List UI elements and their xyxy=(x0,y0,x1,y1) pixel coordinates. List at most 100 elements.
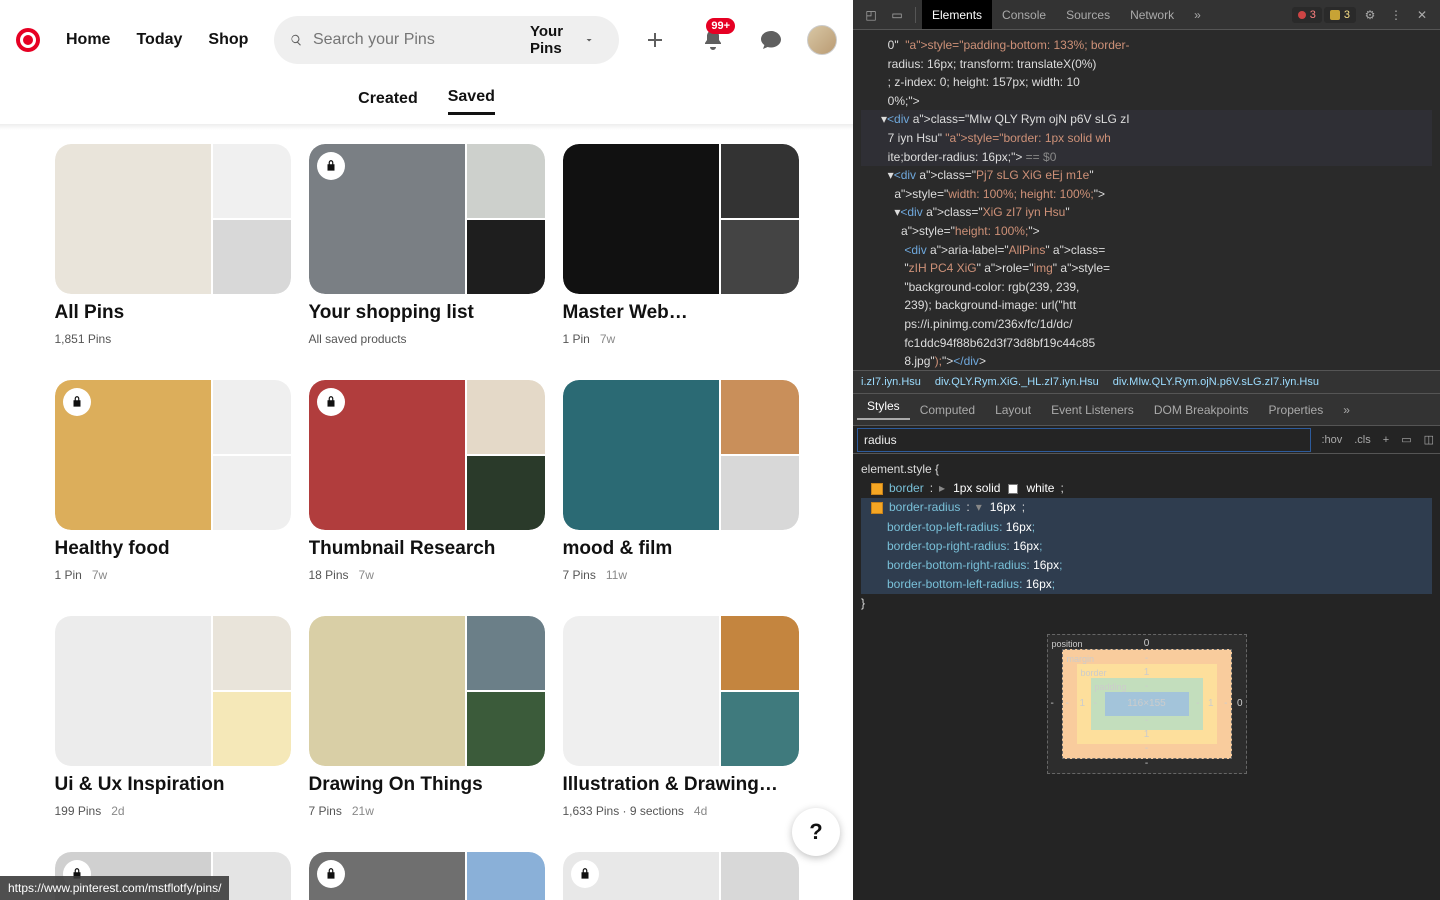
dom-line[interactable]: ▾<div a">class="Pj7 sLG XiG eEj m1e" xyxy=(861,166,1432,185)
boards-grid[interactable]: All Pins1,851 PinsYour shopping listAll … xyxy=(0,130,853,900)
board-meta: All saved products xyxy=(309,332,545,346)
style-subrule[interactable]: border-top-left-radius: 16px; xyxy=(861,518,1432,537)
subtab-layout[interactable]: Layout xyxy=(985,403,1041,417)
search-input[interactable] xyxy=(313,31,520,49)
dom-line[interactable]: a">style="width: 100%; height: 100%;"> xyxy=(861,185,1432,204)
dom-tree[interactable]: 0" "a">style="padding-bottom: 133%; bord… xyxy=(853,30,1440,370)
board-thumbnail xyxy=(563,380,799,530)
board-thumbnail xyxy=(55,616,291,766)
rule-checkbox[interactable] xyxy=(871,483,883,495)
computed-toggle-icon[interactable]: ▭ xyxy=(1395,433,1417,446)
subtab-properties[interactable]: Properties xyxy=(1259,403,1334,417)
messages-button[interactable] xyxy=(749,18,793,62)
search-field[interactable]: Your Pins xyxy=(274,16,619,64)
rule-checkbox[interactable] xyxy=(871,502,883,514)
nav-home[interactable]: Home xyxy=(66,31,110,49)
board-card[interactable]: Ui & Ux Inspiration199 Pins2d xyxy=(55,616,291,818)
dom-line[interactable]: <div a">aria-label="AllPins" a">class= xyxy=(861,241,1432,260)
warning-count[interactable]: 3 xyxy=(1324,7,1356,23)
error-count[interactable]: 3 xyxy=(1292,7,1322,23)
dom-line[interactable]: a">style="height: 100%;"> xyxy=(861,222,1432,241)
tab-console[interactable]: Console xyxy=(992,0,1056,29)
device-toggle-icon[interactable]: ▭ xyxy=(885,3,909,27)
nav-today[interactable]: Today xyxy=(136,31,182,49)
styles-filter-row: :hov .cls + ▭ ◫ xyxy=(853,426,1440,454)
tab-network[interactable]: Network xyxy=(1120,0,1184,29)
tabs-overflow-icon[interactable]: » xyxy=(1184,0,1211,29)
sidebar-toggle-icon[interactable]: ◫ xyxy=(1418,433,1440,446)
search-scope-dropdown[interactable]: Your Pins xyxy=(530,23,595,57)
board-card[interactable]: Your shopping listAll saved products xyxy=(309,144,545,346)
dom-line[interactable]: fc1ddc94f88b62d3f73d8bf19c44c85 xyxy=(861,334,1432,353)
board-card[interactable] xyxy=(563,852,799,900)
new-rule-button[interactable]: + xyxy=(1377,434,1395,446)
board-card[interactable] xyxy=(309,852,545,900)
profile-tabs: Created Saved xyxy=(0,80,853,124)
dom-line[interactable]: 0%;"> xyxy=(861,92,1432,111)
box-model[interactable]: position 0 0 - - margin - - - - border 1… xyxy=(1047,634,1247,774)
styles-filter-input[interactable] xyxy=(857,428,1311,452)
board-title: Ui & Ux Inspiration xyxy=(55,774,279,796)
style-subrule[interactable]: border-bottom-right-radius: 16px; xyxy=(861,556,1432,575)
hov-toggle[interactable]: :hov xyxy=(1315,434,1348,446)
dom-line[interactable]: 8.jpg");"></div> xyxy=(861,352,1432,370)
board-card[interactable]: Healthy food1 Pin7w xyxy=(55,380,291,582)
crumb[interactable]: div.MIw.QLY.Rym.ojN.p6V.sLG.zI7.iyn.Hsu xyxy=(1113,376,1319,388)
dom-line[interactable]: 0" "a">style="padding-bottom: 133%; bord… xyxy=(861,36,1432,55)
style-subrule[interactable]: border-bottom-left-radius: 16px; xyxy=(861,575,1432,594)
dom-line[interactable]: 7 iyn Hsu" "a">style="border: 1px solid … xyxy=(861,129,1432,148)
crumb[interactable]: i.zI7.iyn.Hsu xyxy=(861,376,921,388)
close-icon[interactable]: ✕ xyxy=(1410,3,1434,27)
subtabs-overflow-icon[interactable]: » xyxy=(1333,403,1360,417)
subtab-computed[interactable]: Computed xyxy=(910,403,985,417)
dom-breadcrumbs[interactable]: i.zI7.iyn.Hsu div.QLY.Rym.XiG._HL.zI7.iy… xyxy=(853,370,1440,394)
cls-toggle[interactable]: .cls xyxy=(1348,434,1377,446)
board-card[interactable]: Illustration & Drawing…1,633 Pins · 9 se… xyxy=(563,616,799,818)
dom-line[interactable]: ps://i.pinimg.com/236x/fc/1d/dc/ xyxy=(861,315,1432,334)
subtab-eventlisteners[interactable]: Event Listeners xyxy=(1041,403,1144,417)
pinterest-logo-icon[interactable] xyxy=(16,28,40,52)
collapse-icon[interactable]: ▾ xyxy=(976,498,982,517)
tab-elements[interactable]: Elements xyxy=(922,0,992,29)
chevron-down-icon xyxy=(583,31,595,49)
kebab-icon[interactable]: ⋮ xyxy=(1384,3,1408,27)
tab-sources[interactable]: Sources xyxy=(1056,0,1120,29)
dom-line[interactable]: radius: 16px; transform: translateX(0%) xyxy=(861,55,1432,74)
dom-line[interactable]: ▾<div a">class="MIw QLY Rym ojN p6V sLG … xyxy=(861,110,1432,129)
dom-line[interactable]: 239); background-image: url("htt xyxy=(861,296,1432,315)
board-card[interactable]: Master Web…1 Pin7w xyxy=(563,144,799,346)
dom-line[interactable]: ; z-index: 0; height: 157px; width: 10 xyxy=(861,73,1432,92)
avatar[interactable] xyxy=(807,25,837,55)
lock-icon xyxy=(571,860,599,888)
board-card[interactable]: Drawing On Things7 Pins21w xyxy=(309,616,545,818)
nav-shop[interactable]: Shop xyxy=(208,31,248,49)
style-rule[interactable]: border: ▸ 1px solid white; xyxy=(861,479,1432,498)
styles-pane[interactable]: element.style { border: ▸ 1px solid whit… xyxy=(853,454,1440,800)
dom-line[interactable]: ▾<div a">class="XiG zI7 iyn Hsu" xyxy=(861,203,1432,222)
styles-selector: element.style { xyxy=(861,460,1432,479)
board-thumbnail xyxy=(309,380,545,530)
board-card[interactable]: mood & film7 Pins11w xyxy=(563,380,799,582)
expand-icon[interactable]: ▸ xyxy=(939,479,945,498)
board-card[interactable]: All Pins1,851 Pins xyxy=(55,144,291,346)
board-title: Drawing On Things xyxy=(309,774,533,796)
tab-saved[interactable]: Saved xyxy=(448,88,495,115)
board-card[interactable]: Thumbnail Research18 Pins7w xyxy=(309,380,545,582)
dom-line[interactable]: "background-color: rgb(239, 239, xyxy=(861,278,1432,297)
dom-line[interactable]: "zIH PC4 XiG" a">role="img" a">style= xyxy=(861,259,1432,278)
help-button[interactable]: ? xyxy=(792,808,840,856)
settings-icon[interactable]: ⚙ xyxy=(1358,3,1382,27)
create-button[interactable] xyxy=(633,18,677,62)
style-rule[interactable]: border-radius: ▾ 16px; xyxy=(861,498,1432,517)
notifications-button[interactable]: 99+ xyxy=(691,18,735,62)
inspect-icon[interactable]: ◰ xyxy=(859,3,883,27)
tab-created[interactable]: Created xyxy=(358,90,418,114)
subtab-dombreakpoints[interactable]: DOM Breakpoints xyxy=(1144,403,1259,417)
style-subrule[interactable]: border-top-right-radius: 16px; xyxy=(861,537,1432,556)
board-thumbnail xyxy=(309,852,545,900)
color-swatch[interactable] xyxy=(1008,484,1018,494)
crumb[interactable]: div.QLY.Rym.XiG._HL.zI7.iyn.Hsu xyxy=(935,376,1099,388)
search-scope-label: Your Pins xyxy=(530,23,577,57)
subtab-styles[interactable]: Styles xyxy=(857,399,910,420)
dom-line[interactable]: ite;border-radius: 16px;"> == $0 xyxy=(861,148,1432,167)
